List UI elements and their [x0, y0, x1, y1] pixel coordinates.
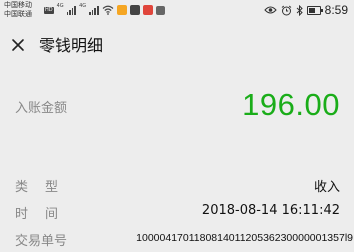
type-label: 类型 — [15, 180, 76, 195]
app-notification-icon — [142, 5, 153, 15]
transaction-id-label: 交易单号 — [15, 234, 68, 249]
eye-icon — [263, 6, 277, 14]
carrier-info: 中国移动 中国联通 — [4, 1, 32, 19]
status-time: 8:59 — [324, 3, 348, 17]
app-notification-icon — [155, 5, 165, 15]
alarm-icon — [281, 5, 291, 15]
page-title: 零钱明细 — [39, 36, 104, 55]
close-icon[interactable] — [10, 37, 26, 53]
bluetooth-icon — [296, 4, 303, 16]
transaction-details: 类型 收入 时间 2018-08-14 16:11:42 交易单号 100004… — [0, 160, 354, 252]
battery-icon — [306, 5, 323, 15]
carrier-primary: 中国移动 — [4, 1, 32, 9]
time-value: 2018-08-14 16:11:42 — [201, 203, 340, 218]
navigation-bar: 零钱明细 — [0, 28, 354, 64]
hd-badge: HD — [44, 6, 54, 14]
app-notification-icon — [116, 5, 127, 15]
detail-row-transaction-id: 交易单号 10000417011808140112053623000000135… — [0, 226, 354, 250]
signal-group: HD 4G 4G — [44, 3, 165, 17]
status-bar: 中国移动 中国联通 HD 4G 4G 8:59 — [0, 0, 354, 22]
signal-bars-icon — [66, 5, 77, 15]
type-value: 收入 — [313, 180, 340, 195]
amount-label: 入账金额 — [15, 101, 68, 116]
wifi-icon — [102, 5, 113, 15]
time-label: 时间 — [15, 207, 76, 222]
transaction-id-value[interactable]: 100004170118081401120536230000001357l9 — [136, 232, 353, 244]
carrier-secondary: 中国联通 — [4, 10, 32, 18]
app-notification-icon — [129, 5, 140, 15]
amount-value: 196.00 — [242, 87, 340, 122]
detail-row-time: 时间 2018-08-14 16:11:42 — [0, 199, 354, 223]
detail-row-type: 类型 收入 — [0, 172, 354, 196]
network-type-1: 4G — [56, 3, 64, 9]
status-right: 8:59 — [263, 3, 348, 17]
signal-bars-icon — [89, 5, 99, 15]
amount-section: 入账金额 196.00 — [0, 70, 354, 150]
network-type-2: 4G — [79, 3, 87, 9]
